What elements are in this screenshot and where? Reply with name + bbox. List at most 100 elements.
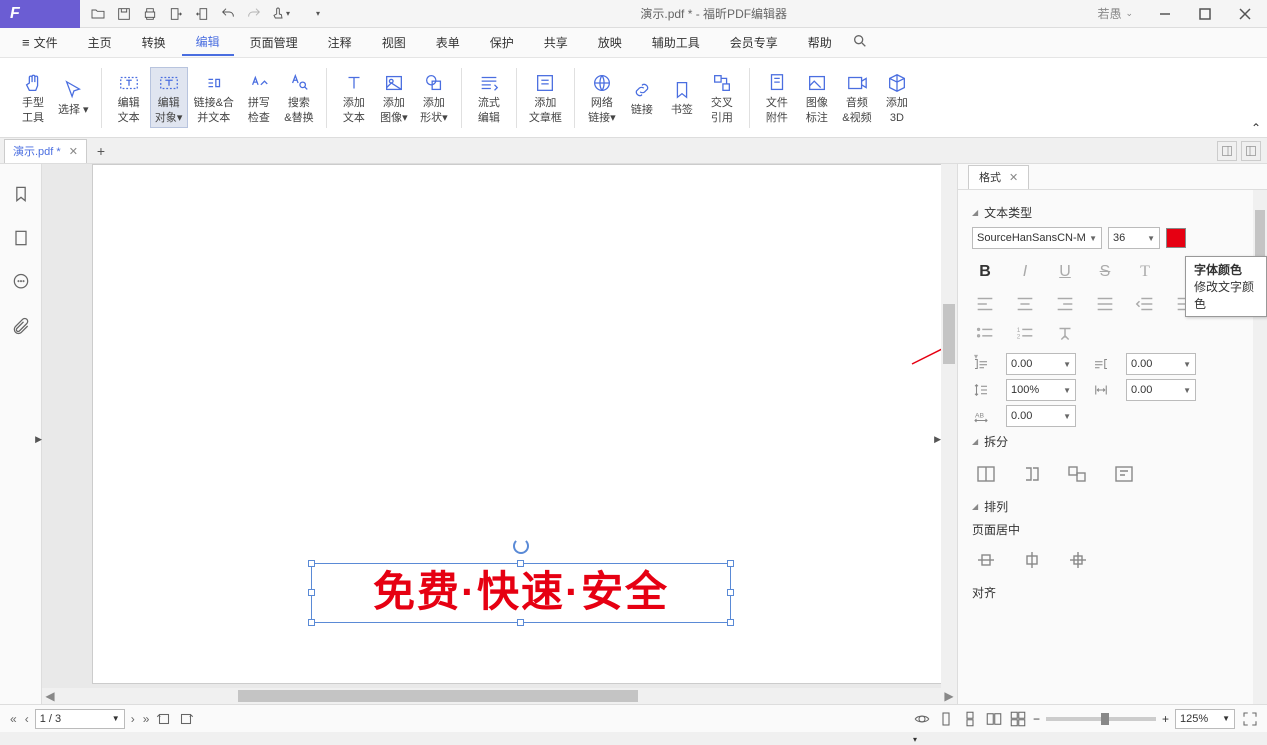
- font-size-select[interactable]: 36▼: [1108, 227, 1160, 249]
- panel-toggle-1[interactable]: [1217, 141, 1237, 161]
- resize-handle[interactable]: [727, 589, 734, 596]
- add-shape-button[interactable]: 添加 形状▾: [415, 68, 453, 127]
- article-box-button[interactable]: 添加 文章框: [525, 68, 566, 127]
- indent-left-button[interactable]: [1134, 293, 1156, 315]
- user-name[interactable]: 若愚: [1097, 5, 1121, 22]
- ribbon-collapse-icon[interactable]: ⌃: [1251, 121, 1261, 135]
- indent-right-input[interactable]: 0.00▼: [1126, 353, 1196, 375]
- link-merge-button[interactable]: 链接&合 并文本: [190, 67, 238, 128]
- section-arrange[interactable]: 排列: [972, 498, 1253, 515]
- center-vertical-button[interactable]: [1020, 548, 1044, 572]
- menu-view[interactable]: 视图: [368, 30, 420, 55]
- zoom-out-button[interactable]: −: [1033, 712, 1040, 726]
- bold-button[interactable]: B: [974, 261, 996, 283]
- attachments-nav-icon[interactable]: [11, 316, 31, 336]
- menu-protect[interactable]: 保护: [476, 30, 528, 55]
- menu-vip[interactable]: 会员专享: [716, 30, 792, 55]
- cross-ref-button[interactable]: 交叉 引用: [703, 68, 741, 127]
- menu-tools[interactable]: 辅助工具: [638, 30, 714, 55]
- resize-handle[interactable]: [727, 560, 734, 567]
- zoom-slider-handle[interactable]: [1101, 713, 1109, 725]
- undo-icon[interactable]: [216, 2, 240, 26]
- web-link-button[interactable]: 网络 链接▾: [583, 68, 621, 127]
- continuous-icon[interactable]: [961, 710, 979, 728]
- new-tab-button[interactable]: +: [97, 143, 105, 159]
- resize-handle[interactable]: [517, 619, 524, 626]
- menu-file[interactable]: ≡文件: [8, 30, 72, 55]
- minimize-button[interactable]: [1147, 1, 1183, 27]
- menu-form[interactable]: 表单: [422, 30, 474, 55]
- font-color-button[interactable]: [1166, 228, 1186, 248]
- align-justify-button[interactable]: [1094, 293, 1116, 315]
- audio-video-button[interactable]: 音频 &视频: [838, 68, 876, 127]
- align-center-button[interactable]: [1014, 293, 1036, 315]
- resize-handle[interactable]: [727, 619, 734, 626]
- center-both-button[interactable]: [1066, 548, 1090, 572]
- bullet-list-button[interactable]: ▾: [974, 323, 996, 345]
- image-annot-button[interactable]: 图像 标注: [798, 68, 836, 127]
- italic-button[interactable]: I: [1014, 261, 1036, 283]
- import-icon[interactable]: [190, 2, 214, 26]
- scroll-thumb[interactable]: [238, 690, 638, 702]
- zoom-level-select[interactable]: 125%▼: [1175, 709, 1235, 729]
- select-tool-button[interactable]: 选择 ▾: [54, 68, 93, 127]
- horizontal-scrollbar[interactable]: ◀ ▶: [42, 688, 957, 704]
- search-replace-button[interactable]: 搜索 &替换: [280, 67, 318, 128]
- text-direction-button[interactable]: ▾: [1054, 323, 1076, 345]
- user-dropdown-icon[interactable]: ⌄: [1125, 8, 1133, 19]
- spell-check-button[interactable]: 拼写 检查: [240, 67, 278, 128]
- maximize-button[interactable]: [1187, 1, 1223, 27]
- vertical-scrollbar[interactable]: [941, 164, 957, 704]
- two-continuous-icon[interactable]: [1009, 710, 1027, 728]
- prev-page-button[interactable]: ‹: [23, 710, 31, 728]
- resize-handle[interactable]: [308, 619, 315, 626]
- attachment-button[interactable]: 文件 附件: [758, 68, 796, 127]
- menu-pages[interactable]: 页面管理: [236, 30, 312, 55]
- first-page-button[interactable]: «: [8, 710, 19, 728]
- pages-nav-icon[interactable]: [11, 228, 31, 248]
- ab-spacing-input[interactable]: 0.00▼: [1006, 405, 1076, 427]
- section-split[interactable]: 拆分: [972, 433, 1253, 450]
- scroll-thumb[interactable]: [943, 304, 955, 364]
- center-horizontal-button[interactable]: [974, 548, 998, 572]
- export-icon[interactable]: [164, 2, 188, 26]
- comments-nav-icon[interactable]: [11, 272, 31, 292]
- unlink-button[interactable]: [1112, 462, 1136, 486]
- read-mode-icon[interactable]: ▾: [913, 710, 931, 728]
- touch-icon[interactable]: ▾: [268, 2, 292, 26]
- panel-toggle-2[interactable]: [1241, 141, 1261, 161]
- link-button[interactable]: 链接: [623, 68, 661, 127]
- page-select[interactable]: 1 / 3▼: [35, 709, 125, 729]
- next-page-button[interactable]: ›: [129, 710, 137, 728]
- selected-text-box[interactable]: 免费·快速·安全: [311, 563, 731, 623]
- font-family-select[interactable]: SourceHanSansCN-M▼: [972, 227, 1102, 249]
- align-right-button[interactable]: [1054, 293, 1076, 315]
- canvas-area[interactable]: 免费·快速·安全 ◀ ▶ ▶: [42, 164, 957, 704]
- panel-collapse-icon[interactable]: ▶: [934, 434, 941, 445]
- menu-play[interactable]: 放映: [584, 30, 636, 55]
- bookmark-nav-icon[interactable]: [11, 184, 31, 204]
- bookmark-button[interactable]: 书签: [663, 68, 701, 127]
- menu-comment[interactable]: 注释: [314, 30, 366, 55]
- tab-close-icon[interactable]: ✕: [69, 145, 78, 158]
- close-button[interactable]: [1227, 1, 1263, 27]
- add-image-button[interactable]: 添加 图像▾: [375, 68, 413, 127]
- open-icon[interactable]: [86, 2, 110, 26]
- char-spacing-input[interactable]: 0.00▼: [1126, 379, 1196, 401]
- two-page-icon[interactable]: [985, 710, 1003, 728]
- align-left-button[interactable]: [974, 293, 996, 315]
- redo-icon[interactable]: [242, 2, 266, 26]
- rotate-handle[interactable]: [513, 538, 529, 554]
- panel-close-icon[interactable]: ✕: [1009, 171, 1018, 184]
- indent-left-input[interactable]: 0.00▼: [1006, 353, 1076, 375]
- strike-button[interactable]: S: [1094, 261, 1116, 283]
- resize-handle[interactable]: [517, 560, 524, 567]
- flow-edit-button[interactable]: 流式 编辑: [470, 68, 508, 127]
- print-icon[interactable]: [138, 2, 162, 26]
- merge-button[interactable]: [1066, 462, 1090, 486]
- menu-search-icon[interactable]: [852, 33, 868, 52]
- rotate-right-icon[interactable]: [177, 710, 195, 728]
- zoom-slider[interactable]: [1046, 717, 1156, 721]
- edit-object-button[interactable]: 编辑 对象▾: [150, 67, 188, 128]
- format-tab[interactable]: 格式✕: [968, 165, 1029, 189]
